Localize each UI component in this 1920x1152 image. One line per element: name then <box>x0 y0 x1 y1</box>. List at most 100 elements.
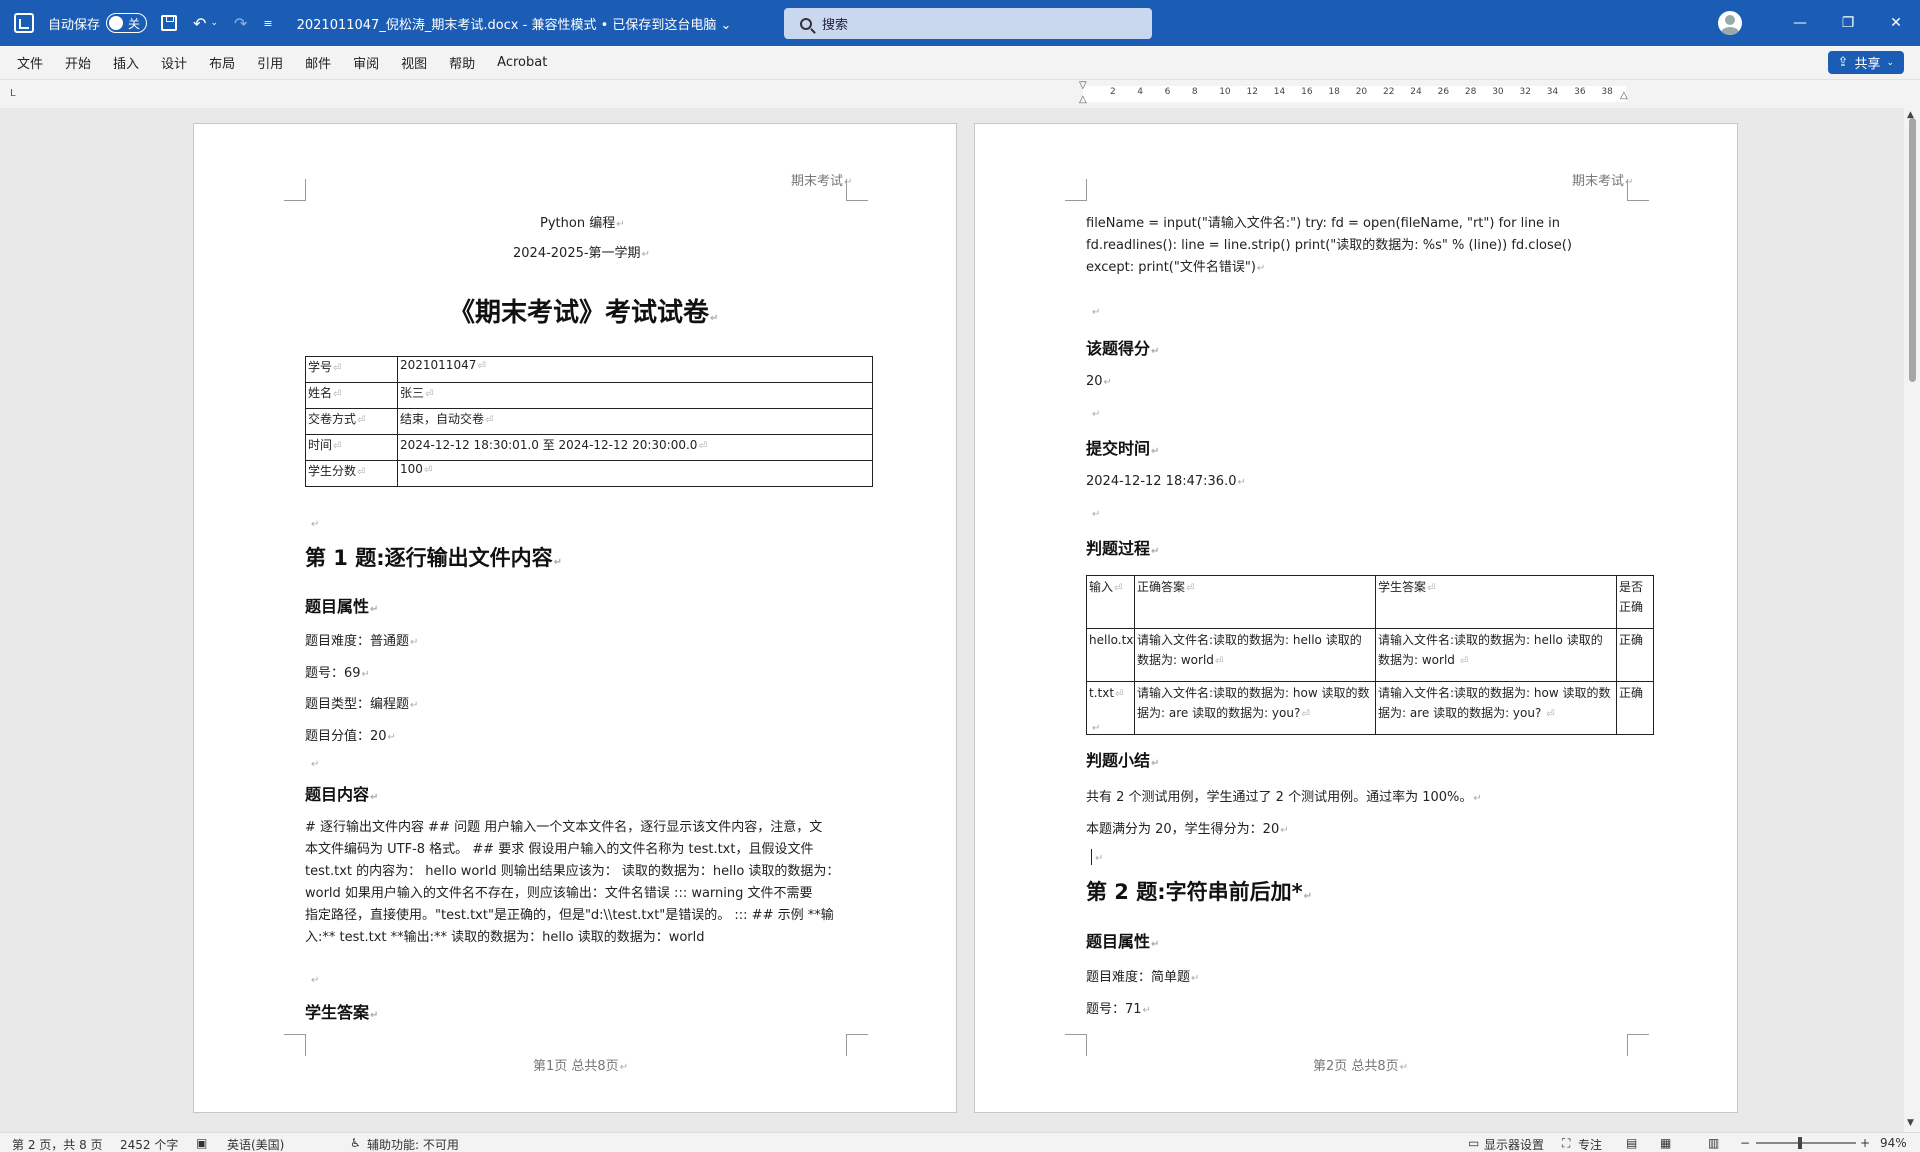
tab-view[interactable]: 视图 <box>401 53 427 72</box>
info-row: 学生分数⏎ 100⏎ <box>305 460 873 487</box>
paragraph-mark: ↵ <box>1092 307 1101 318</box>
tab-references[interactable]: 引用 <box>257 53 283 72</box>
document-canvas[interactable]: 期末考试↵ Python 编程↵ 2024-2025-第一学期↵ 《期末考试》考… <box>0 108 1904 1132</box>
undo-icon[interactable]: ↶ <box>193 14 206 33</box>
share-button[interactable]: ⇪ 共享 ⌄ <box>1827 51 1904 74</box>
judge-cell: 正确答案⏎ <box>1134 575 1376 629</box>
score-heading: 该题得分↵ <box>1086 339 1160 358</box>
info-label-cell: 学号⏎ <box>305 356 398 383</box>
scroll-down-icon[interactable]: ▼ <box>1907 1118 1914 1128</box>
web-layout-icon[interactable]: ▥ <box>1708 1136 1719 1150</box>
proofing-icon[interactable]: ▣ <box>196 1136 207 1150</box>
page-indicator[interactable]: 第 2 页，共 8 页 <box>12 1136 103 1152</box>
summary-line-2: 本题满分为 20，学生得分为：20↵ <box>1086 822 1289 837</box>
judge-cell: 学生答案⏎ <box>1375 575 1617 629</box>
status-bar: 第 2 页，共 8 页 2452 个字 ▣ 英语(美国) ♿ 辅助功能: 不可用… <box>0 1132 1920 1152</box>
zoom-slider-thumb[interactable] <box>1798 1137 1802 1149</box>
info-value-cell: 张三⏎ <box>397 382 873 409</box>
vertical-scrollbar[interactable]: ▲ ▼ <box>1904 108 1920 1132</box>
tab-home[interactable]: 开始 <box>65 53 91 72</box>
focus-icon: ⛶ <box>1562 1136 1571 1150</box>
paragraph-mark: ↵ <box>1095 853 1104 864</box>
margin-mark <box>284 179 306 201</box>
share-dropdown-icon: ⌄ <box>1886 57 1894 68</box>
paragraph-mark: ↵ <box>1092 509 1101 520</box>
tab-acrobat[interactable]: Acrobat <box>497 55 547 70</box>
save-icon[interactable] <box>161 15 178 31</box>
share-label: 共享 <box>1854 57 1881 72</box>
autosave-control[interactable]: 自动保存 关 <box>48 13 148 33</box>
paragraph-mark: ↵ <box>311 519 320 530</box>
judge-header-row: 输入⏎ 正确答案⏎ 学生答案⏎ 是否正确 <box>1086 575 1654 629</box>
tab-insert[interactable]: 插入 <box>113 53 139 72</box>
horizontal-ruler[interactable]: L ▽ △ △ 2 4 6 8 10 12 14 16 18 20 22 24 26 28 30 32 34 36… <box>0 80 1920 108</box>
ruler-tick-label: 4 <box>1137 87 1144 97</box>
page-footer: 第1页 总共8页↵ <box>533 1059 629 1074</box>
info-row: 学号⏎ 2021011047⏎ <box>305 356 873 383</box>
difficulty-text: 题目难度：简单题↵ <box>1086 970 1200 985</box>
redo-icon[interactable]: ↷ <box>234 14 247 33</box>
tab-design[interactable]: 设计 <box>161 53 187 72</box>
page-1[interactable]: 期末考试↵ Python 编程↵ 2024-2025-第一学期↵ 《期末考试》考… <box>193 123 957 1113</box>
restore-button[interactable]: ❐ <box>1824 15 1872 31</box>
undo-dropdown-icon[interactable]: ⌄ <box>210 18 218 28</box>
judge-cell: 请输入文件名:读取的数据为: hello 读取的数据为: world ⏎ <box>1375 628 1617 682</box>
word-app-icon <box>14 13 34 33</box>
tab-mailings[interactable]: 邮件 <box>305 53 331 72</box>
focus-button[interactable]: 专注 <box>1578 1136 1602 1152</box>
customize-toolbar-icon[interactable]: ≡ <box>263 17 272 30</box>
close-button[interactable]: ✕ <box>1872 15 1920 31</box>
tab-help[interactable]: 帮助 <box>449 53 475 72</box>
ruler-tick-label: 36 <box>1574 87 1586 97</box>
zoom-slider[interactable] <box>1756 1142 1856 1144</box>
ruler-tick-label: 16 <box>1301 87 1313 97</box>
ribbon-tabs: 文件 开始 插入 设计 布局 引用 邮件 审阅 视图 帮助 Acrobat ⇪ … <box>0 46 1920 80</box>
judge-cell: 正确 <box>1616 628 1654 682</box>
judge-cell: 正确 <box>1616 681 1654 735</box>
zoom-out-icon[interactable]: − <box>1740 1136 1750 1150</box>
document-title[interactable]: 2021011047_倪松涛_期末考试.docx - 兼容性模式 • 已保存到这… <box>297 14 732 33</box>
student-code: fileName = input("请输入文件名:") try: fd = op… <box>1086 216 1572 275</box>
judge-cell: 是否正确 <box>1616 575 1654 629</box>
ruler-tick-label: 34 <box>1546 87 1559 97</box>
accessibility-status[interactable]: 辅助功能: 不可用 <box>367 1136 459 1152</box>
share-icon: ⇪ <box>1837 55 1849 70</box>
process-heading: 判题过程↵ <box>1086 539 1160 558</box>
read-mode-icon[interactable]: ▤ <box>1626 1136 1637 1150</box>
display-settings-button[interactable]: 显示器设置 <box>1484 1136 1544 1152</box>
left-indent-marker-icon[interactable]: △ <box>1079 94 1087 105</box>
language-indicator[interactable]: 英语(美国) <box>227 1136 284 1152</box>
tab-stop-selector-icon[interactable]: L <box>10 88 16 99</box>
word-count[interactable]: 2452 个字 <box>120 1136 178 1152</box>
right-indent-marker-icon[interactable]: △ <box>1620 90 1628 101</box>
info-row: 交卷方式⏎ 结束，自动交卷⏎ <box>305 408 873 435</box>
title-bar: 自动保存 关 ↶ ⌄ ↷ ≡ 2021011047_倪松涛_期末考试.docx … <box>0 0 1920 46</box>
scroll-thumb[interactable] <box>1909 118 1916 382</box>
judge-row: hello.txt⏎请输入文件名:读取的数据为: hello 读取的数据为: w… <box>1086 628 1654 682</box>
tab-review[interactable]: 审阅 <box>353 53 379 72</box>
print-layout-icon[interactable]: ▦ <box>1660 1136 1671 1150</box>
text-cursor <box>1091 849 1092 865</box>
minimize-button[interactable]: — <box>1776 15 1824 31</box>
summary-heading: 判题小结↵ <box>1086 751 1160 770</box>
zoom-in-icon[interactable]: + <box>1860 1136 1870 1150</box>
ruler-tick-label: 38 <box>1601 87 1613 97</box>
search-box[interactable]: 搜索 <box>784 8 1152 39</box>
info-value-cell: 2021011047⏎ <box>397 356 873 383</box>
tab-layout[interactable]: 布局 <box>209 53 235 72</box>
info-label-cell: 学生分数⏎ <box>305 460 398 487</box>
question-2-heading: 第 2 题:字符串前后加*↵ <box>1086 880 1313 904</box>
autosave-toggle[interactable]: 关 <box>106 13 148 33</box>
page-2[interactable]: 期末考试↵ fileName = input("请输入文件名:") try: f… <box>974 123 1738 1113</box>
ruler-tick-label: 32 <box>1519 87 1531 97</box>
difficulty-text: 题目难度：普通题↵ <box>305 634 419 649</box>
tab-file[interactable]: 文件 <box>17 53 43 72</box>
question-1-heading: 第 1 题:逐行输出文件内容↵ <box>305 546 563 570</box>
course-name: Python 编程↵ <box>540 216 625 231</box>
zoom-level[interactable]: 94% <box>1880 1136 1907 1150</box>
first-line-indent-marker-icon[interactable]: ▽ <box>1079 80 1087 91</box>
account-avatar[interactable] <box>1718 11 1742 35</box>
ruler-tick-label: 10 <box>1219 87 1231 97</box>
ruler-tick-label: 30 <box>1492 87 1504 97</box>
paragraph-mark: ↵ <box>311 975 320 986</box>
